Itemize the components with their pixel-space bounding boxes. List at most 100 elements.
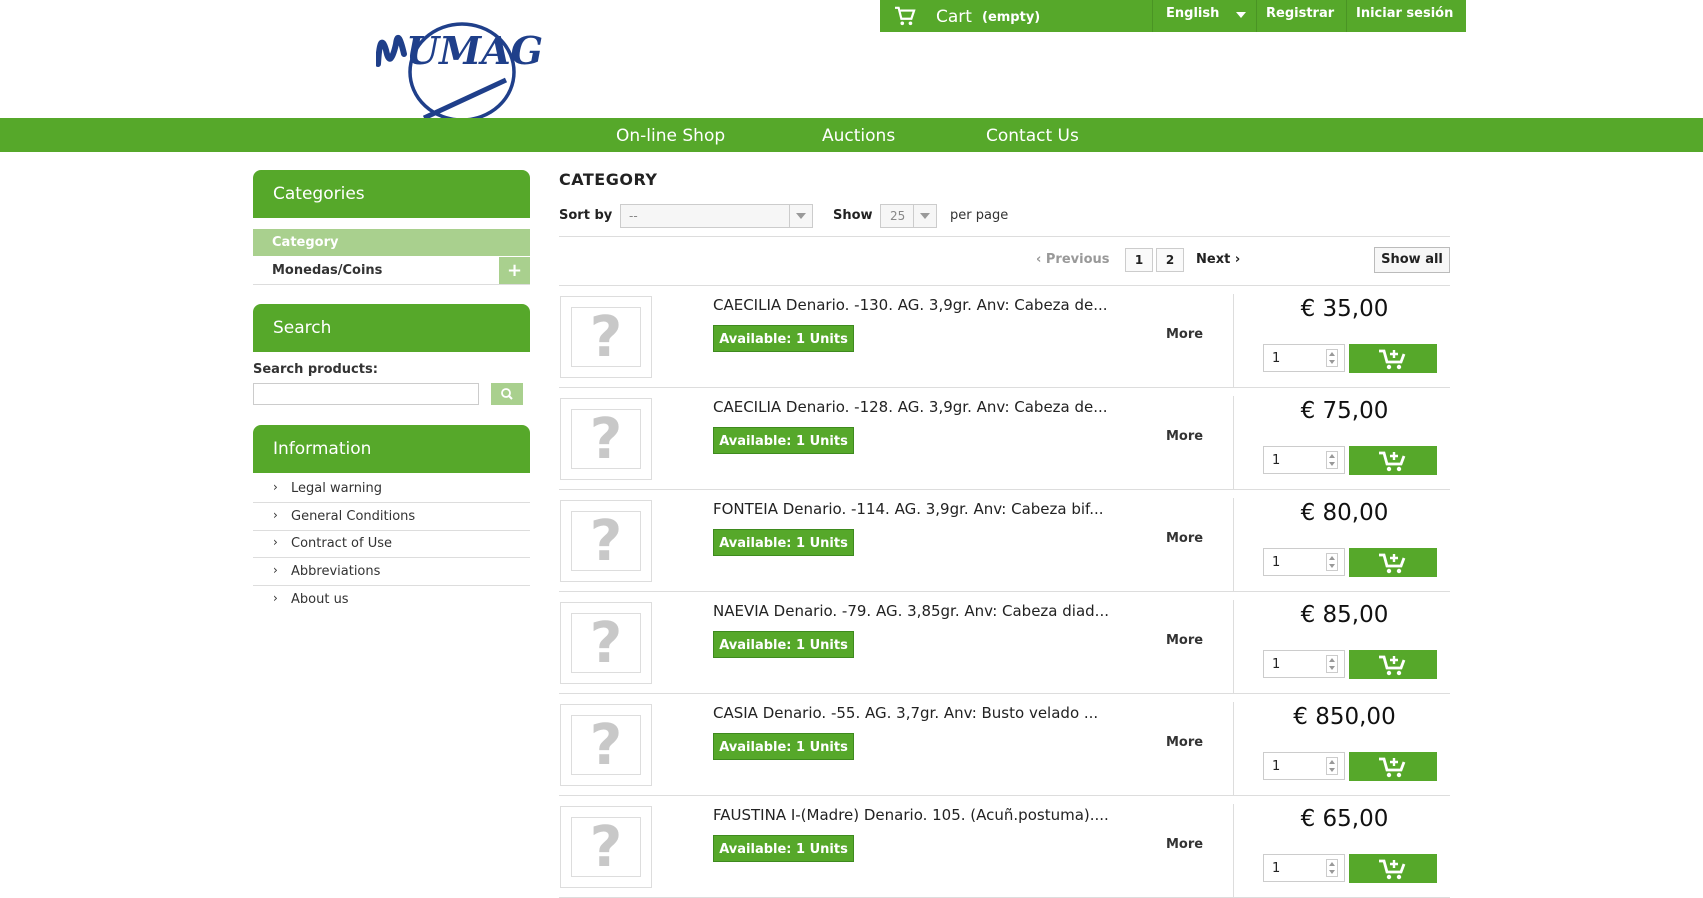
next-label: Next <box>1196 252 1231 267</box>
cart-link[interactable]: Cart <box>936 7 972 27</box>
quantity-value: 1 <box>1272 657 1281 672</box>
category-label: Monedas/Coins <box>272 263 383 278</box>
show-label: Show <box>833 208 873 223</box>
add-to-cart-button[interactable] <box>1349 854 1437 883</box>
product-name[interactable]: CAECILIA Denario. -130. AG. 3,9gr. Anv: … <box>713 296 1108 314</box>
availability-badge: Available: 1 Units <box>713 427 854 454</box>
page-title: CATEGORY <box>559 170 658 189</box>
add-to-cart-icon <box>1379 655 1406 676</box>
register-link[interactable]: Registrar <box>1266 6 1334 21</box>
site-logo[interactable]: UMAG <box>375 14 556 122</box>
language-selector[interactable]: English <box>1166 6 1219 21</box>
quantity-stepper[interactable]: 1 <box>1263 650 1345 678</box>
quantity-value: 1 <box>1272 453 1281 468</box>
more-link[interactable]: More <box>1166 837 1203 852</box>
quantity-value: 1 <box>1272 759 1281 774</box>
product-name[interactable]: FAUSTINA I-(Madre) Denario. 105. (Acuñ.p… <box>713 806 1109 824</box>
product-name[interactable]: NAEVIA Denario. -79. AG. 3,85gr. Anv: Ca… <box>713 602 1109 620</box>
quantity-stepper[interactable]: 1 <box>1263 548 1345 576</box>
spinner-arrows-icon[interactable] <box>1326 451 1338 469</box>
sort-select[interactable]: -- <box>620 204 813 228</box>
spinner-arrows-icon[interactable] <box>1326 553 1338 571</box>
info-label: Legal warning <box>291 481 383 496</box>
page-2-button[interactable]: 2 <box>1156 248 1184 272</box>
product-image[interactable]: ? <box>560 602 652 684</box>
shopping-cart-icon[interactable] <box>894 6 916 26</box>
spinner-arrows-icon[interactable] <box>1326 859 1338 877</box>
availability-badge: Available: 1 Units <box>713 529 854 556</box>
quantity-value: 1 <box>1272 555 1281 570</box>
product-image[interactable]: ? <box>560 704 652 786</box>
chevron-left-icon: ‹ <box>1036 252 1046 267</box>
nav-auctions[interactable]: Auctions <box>822 126 895 146</box>
quantity-stepper[interactable]: 1 <box>1263 446 1345 474</box>
placeholder-image-icon: ? <box>571 307 641 367</box>
add-to-cart-button[interactable] <box>1349 344 1437 373</box>
more-link[interactable]: More <box>1166 531 1203 546</box>
info-about-us[interactable]: › About us <box>253 586 530 613</box>
info-label: Contract of Use <box>291 536 393 551</box>
chevron-down-icon[interactable] <box>1236 12 1246 18</box>
placeholder-image-icon: ? <box>571 613 641 673</box>
more-link[interactable]: More <box>1166 735 1203 750</box>
search-header: Search <box>253 304 530 352</box>
product-name[interactable]: FONTEIA Denario. -114. AG. 3,9gr. Anv: C… <box>713 500 1104 518</box>
information-header: Information <box>253 425 530 473</box>
availability-badge: Available: 1 Units <box>713 733 854 760</box>
categories-header: Categories <box>253 170 530 218</box>
info-contract-of-use[interactable]: › Contract of Use <box>253 530 530 558</box>
search-icon <box>501 388 513 400</box>
spinner-arrows-icon[interactable] <box>1326 757 1338 775</box>
product-name[interactable]: CASIA Denario. -55. AG. 3,7gr. Anv: Bust… <box>713 704 1098 722</box>
per-page-select[interactable]: 25 <box>880 204 937 228</box>
spinner-arrows-icon[interactable] <box>1326 349 1338 367</box>
search-input[interactable] <box>253 383 479 405</box>
chevron-down-icon <box>789 205 812 227</box>
quantity-stepper[interactable]: 1 <box>1263 344 1345 372</box>
add-to-cart-button[interactable] <box>1349 650 1437 679</box>
info-abbreviations[interactable]: › Abbreviations <box>253 558 530 586</box>
search-button[interactable] <box>491 383 523 405</box>
add-to-cart-icon <box>1379 349 1406 370</box>
add-to-cart-button[interactable] <box>1349 752 1437 781</box>
information-title: Information <box>273 439 372 459</box>
more-link[interactable]: More <box>1166 429 1203 444</box>
quantity-value: 1 <box>1272 351 1281 366</box>
info-legal-warning[interactable]: › Legal warning <box>253 475 530 503</box>
cart-status: (empty) <box>982 10 1041 25</box>
product-row: ? FAUSTINA I-(Madre) Denario. 105. (Acuñ… <box>559 796 1450 898</box>
add-to-cart-button[interactable] <box>1349 548 1437 577</box>
category-item-category[interactable]: Category <box>253 229 530 256</box>
expand-plus-icon[interactable]: + <box>499 257 530 284</box>
chevron-right-icon: › <box>273 591 278 605</box>
nav-contact-us[interactable]: Contact Us <box>986 126 1079 146</box>
pagination-previous[interactable]: ‹ Previous <box>1036 252 1110 267</box>
pagination-next[interactable]: Next › <box>1196 252 1240 267</box>
product-image[interactable]: ? <box>560 398 652 480</box>
nav-online-shop[interactable]: On-line Shop <box>616 126 725 146</box>
product-image[interactable]: ? <box>560 296 652 378</box>
category-item-monedas[interactable]: Monedas/Coins <box>253 257 530 285</box>
product-image[interactable]: ? <box>560 806 652 888</box>
categories-title: Categories <box>273 184 365 204</box>
page-1-button[interactable]: 1 <box>1125 248 1153 272</box>
chevron-right-icon: › <box>273 508 278 522</box>
product-image[interactable]: ? <box>560 500 652 582</box>
add-to-cart-button[interactable] <box>1349 446 1437 475</box>
per-page-label: per page <box>950 208 1009 223</box>
login-link[interactable]: Iniciar sesión <box>1356 6 1453 21</box>
quantity-stepper[interactable]: 1 <box>1263 752 1345 780</box>
show-all-button[interactable]: Show all <box>1374 247 1450 273</box>
product-name[interactable]: CAECILIA Denario. -128. AG. 3,9gr. Anv: … <box>713 398 1108 416</box>
divider <box>1233 804 1234 897</box>
quantity-stepper[interactable]: 1 <box>1263 854 1345 882</box>
chevron-right-icon: › <box>273 480 278 494</box>
search-label: Search products: <box>253 362 378 377</box>
add-to-cart-icon <box>1379 859 1406 880</box>
per-page-value: 25 <box>890 209 906 223</box>
more-link[interactable]: More <box>1166 633 1203 648</box>
more-link[interactable]: More <box>1166 327 1203 342</box>
spinner-arrows-icon[interactable] <box>1326 655 1338 673</box>
info-general-conditions[interactable]: › General Conditions <box>253 503 530 531</box>
divider <box>559 236 1450 237</box>
